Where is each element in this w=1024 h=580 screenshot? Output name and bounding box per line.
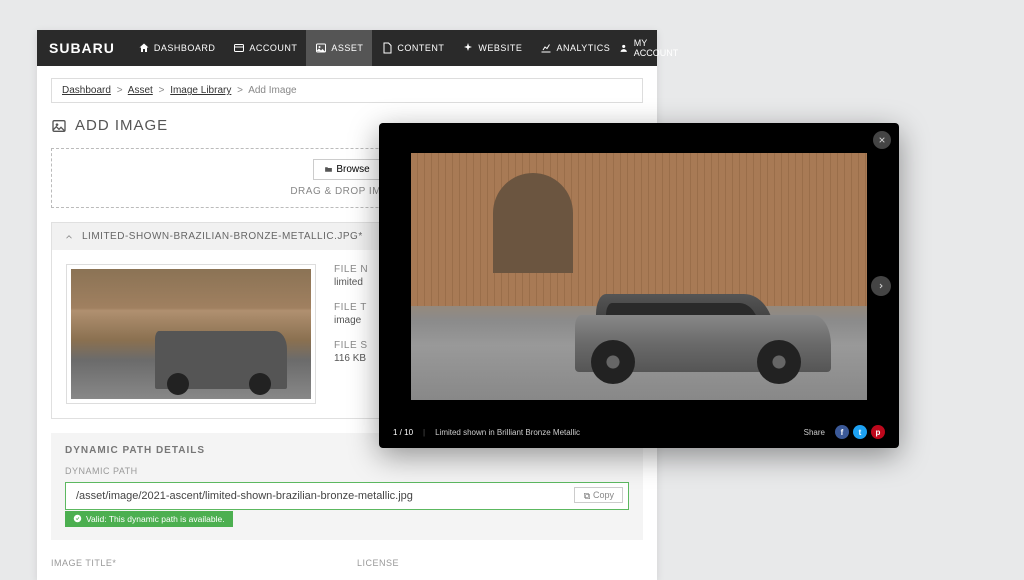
breadcrumb-sep: > xyxy=(117,85,123,96)
brand-logo: SUBARU xyxy=(49,40,115,56)
close-icon xyxy=(878,136,886,144)
file-meta: FILE N limited FILE T image FILE S 116 KB xyxy=(334,264,368,404)
image-caption: Limited shown in Brilliant Bronze Metall… xyxy=(435,428,580,437)
breadcrumb-link[interactable]: Dashboard xyxy=(62,85,111,96)
meta-label: FILE T xyxy=(334,302,368,313)
form-row: IMAGE TITLE* LICENSE xyxy=(51,558,643,568)
doc-icon xyxy=(381,42,393,54)
pinterest-button[interactable]: p xyxy=(871,425,885,439)
nav-label: ANALYTICS xyxy=(556,43,610,53)
nav-content[interactable]: CONTENT xyxy=(372,30,453,66)
twitter-button[interactable]: t xyxy=(853,425,867,439)
meta-value: limited xyxy=(334,277,368,288)
browse-button[interactable]: Browse xyxy=(313,159,380,180)
image-title-label: IMAGE TITLE* xyxy=(51,558,337,568)
nav-label: ACCOUNT xyxy=(249,43,297,53)
path-input-wrap: Copy xyxy=(65,482,629,510)
accordion-title: LIMITED-SHOWN-BRAZILIAN-BRONZE-METALLIC.… xyxy=(82,231,363,242)
chart-icon xyxy=(540,42,552,54)
main-nav: DASHBOARD ACCOUNT ASSET CONTENT WEBSITE … xyxy=(129,30,619,66)
nav-label: WEBSITE xyxy=(478,43,522,53)
close-button[interactable] xyxy=(873,131,891,149)
facebook-button[interactable]: f xyxy=(835,425,849,439)
image-thumbnail[interactable] xyxy=(66,264,316,404)
dynamic-path-panel: DYNAMIC PATH DETAILS DYNAMIC PATH Copy V… xyxy=(51,433,643,540)
breadcrumb-sep: > xyxy=(159,85,165,96)
thumb-canvas xyxy=(71,269,311,399)
valid-text: Valid: This dynamic path is available. xyxy=(86,514,225,524)
share-link[interactable]: Share xyxy=(804,428,825,437)
topbar: SUBARU DASHBOARD ACCOUNT ASSET CONTENT W… xyxy=(37,30,657,66)
field-label: DYNAMIC PATH xyxy=(65,466,629,476)
meta-value: image xyxy=(334,315,368,326)
nav-label: ASSET xyxy=(331,43,363,53)
browse-label: Browse xyxy=(336,164,369,175)
page-title: ADD IMAGE xyxy=(75,117,168,134)
copy-icon xyxy=(583,492,591,500)
check-circle-icon xyxy=(73,514,82,523)
license-label: LICENSE xyxy=(357,558,643,568)
lightbox-footer: 1 / 10 | Limited shown in Brilliant Bron… xyxy=(379,416,899,448)
next-button[interactable] xyxy=(871,276,891,296)
breadcrumb-link[interactable]: Image Library xyxy=(170,85,231,96)
lightbox-image xyxy=(411,153,867,400)
person-icon xyxy=(619,42,628,54)
image-icon xyxy=(51,118,67,134)
breadcrumb-sep: > xyxy=(237,85,243,96)
copy-label: Copy xyxy=(593,490,614,500)
nav-label: DASHBOARD xyxy=(154,43,216,53)
dynamic-path-input[interactable] xyxy=(65,482,629,510)
meta-label: FILE N xyxy=(334,264,368,275)
nav-label: CONTENT xyxy=(397,43,444,53)
sparkle-icon xyxy=(462,42,474,54)
social-buttons: f t p xyxy=(835,425,885,439)
image-icon xyxy=(315,42,327,54)
my-account-link[interactable]: MY ACCOUNT xyxy=(619,38,681,58)
breadcrumb-link[interactable]: Asset xyxy=(128,85,153,96)
nav-asset[interactable]: ASSET xyxy=(306,30,372,66)
card-icon xyxy=(233,42,245,54)
breadcrumb: Dashboard > Asset > Image Library > Add … xyxy=(51,78,643,103)
breadcrumb-current: Add Image xyxy=(248,85,296,96)
meta-label: FILE S xyxy=(334,340,368,351)
lightbox: 1 / 10 | Limited shown in Brilliant Bron… xyxy=(379,123,899,448)
image-counter: 1 / 10 xyxy=(393,428,413,437)
folder-icon xyxy=(324,165,333,174)
chevron-right-icon xyxy=(877,282,885,290)
meta-value: 116 KB xyxy=(334,353,368,364)
footer-divider: | xyxy=(423,428,425,437)
nav-website[interactable]: WEBSITE xyxy=(453,30,531,66)
home-icon xyxy=(138,42,150,54)
nav-account[interactable]: ACCOUNT xyxy=(224,30,306,66)
account-label: MY ACCOUNT xyxy=(634,38,681,58)
copy-button[interactable]: Copy xyxy=(574,487,623,503)
nav-dashboard[interactable]: DASHBOARD xyxy=(129,30,225,66)
chevron-up-icon xyxy=(64,232,74,242)
nav-analytics[interactable]: ANALYTICS xyxy=(531,30,619,66)
valid-flag: Valid: This dynamic path is available. xyxy=(65,511,233,527)
